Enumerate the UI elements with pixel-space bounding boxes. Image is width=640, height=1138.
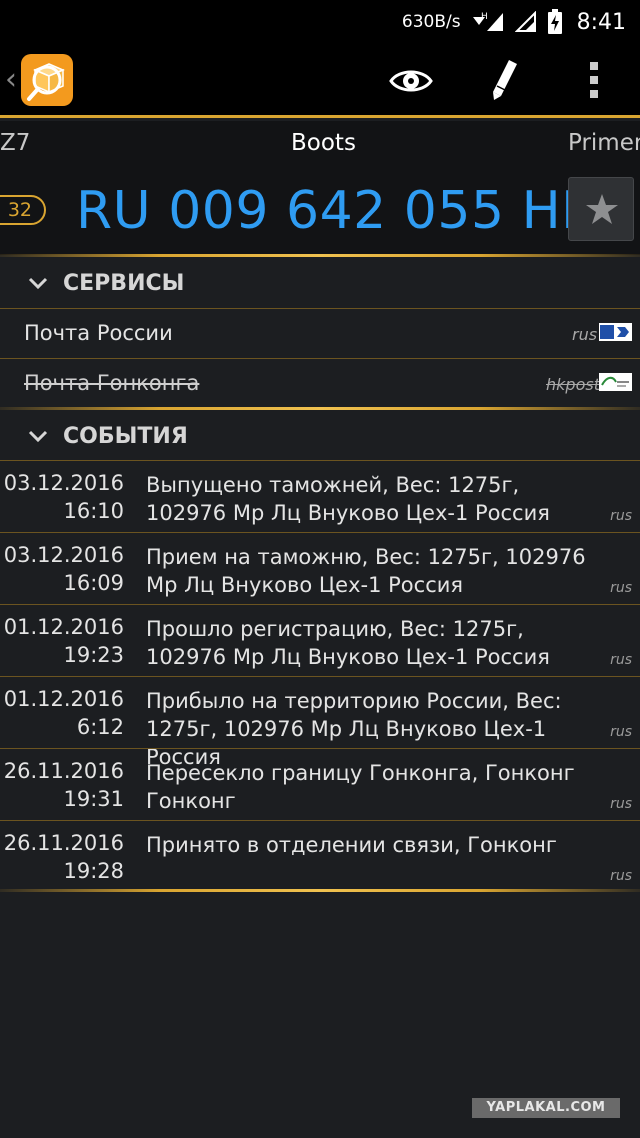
eye-icon[interactable] xyxy=(389,64,433,102)
event-time: 19:31 xyxy=(63,787,124,811)
wifi-icon xyxy=(514,10,537,33)
net-speed: 630B/s xyxy=(401,12,461,32)
signal-icon: H xyxy=(471,11,505,33)
divider xyxy=(0,254,640,257)
event-source: rus xyxy=(610,580,632,596)
back-icon[interactable]: ‹ xyxy=(5,62,17,97)
event-time: 19:28 xyxy=(63,859,124,883)
events-section-header[interactable]: СОБЫТИЯ xyxy=(0,411,640,461)
service-row-russia[interactable]: Почта России rus xyxy=(0,309,640,359)
event-time: 16:09 xyxy=(63,571,124,595)
watermark: YAPLAKAL.COM xyxy=(472,1098,620,1118)
hongkong-post-logo-icon xyxy=(599,373,632,395)
more-icon[interactable] xyxy=(588,60,600,104)
event-description: Выпущено таможней, Вес: 1275г, 102976 Мр… xyxy=(146,473,550,525)
days-badge: 32 xyxy=(0,195,46,225)
event-description: Пересекло границу Гонконга, Гонконг Гонк… xyxy=(146,761,575,813)
battery-icon xyxy=(547,9,563,35)
event-time: 16:10 xyxy=(63,499,124,523)
event-source: rus xyxy=(610,724,632,740)
event-row[interactable]: 26.11.2016 19:28 Принято в отделении свя… xyxy=(0,821,640,893)
service-code: hkpost xyxy=(546,375,600,394)
event-description: Принято в отделении связи, Гонконг xyxy=(146,833,557,857)
event-description: Прошло регистрацию, Вес: 1275г, 102976 М… xyxy=(146,617,550,669)
russian-post-logo-icon xyxy=(599,323,632,345)
services-section-header[interactable]: СЕРВИСЫ xyxy=(0,258,640,308)
event-time: 19:23 xyxy=(63,643,124,667)
star-icon xyxy=(586,194,618,224)
event-date: 26.11.2016 xyxy=(3,759,124,783)
service-row-hongkong[interactable]: Почта Гонконга hkpost xyxy=(0,359,640,409)
favorite-button[interactable] xyxy=(568,177,634,241)
service-name: Почта России xyxy=(24,321,173,345)
event-row[interactable]: 01.12.2016 19:23 Прошло регистрацию, Вес… xyxy=(0,605,640,677)
event-row[interactable]: 26.11.2016 19:31 Пересекло границу Гонко… xyxy=(0,749,640,821)
app-logo-icon[interactable] xyxy=(21,54,73,106)
tab-strip: Z7 Boots Primer xyxy=(0,121,640,167)
divider xyxy=(0,889,640,892)
event-source: rus xyxy=(610,796,632,812)
chevron-down-icon xyxy=(28,277,48,290)
section-title: СОБЫТИЯ xyxy=(63,423,188,449)
chevron-down-icon xyxy=(28,430,48,443)
service-code: rus xyxy=(572,325,598,344)
event-source: rus xyxy=(610,868,632,884)
event-time: 6:12 xyxy=(76,715,124,739)
tracking-header: 32 RU 009 642 055 HK xyxy=(0,167,640,255)
event-source: rus xyxy=(610,508,632,524)
section-title: СЕРВИСЫ xyxy=(63,270,185,296)
event-date: 03.12.2016 xyxy=(3,471,124,495)
tab-z7[interactable]: Z7 xyxy=(0,130,30,156)
status-bar: 630B/s H 8:41 xyxy=(0,0,640,44)
event-date: 01.12.2016 xyxy=(3,687,124,711)
tracking-number: RU 009 642 055 HK xyxy=(76,181,596,241)
event-row[interactable]: 03.12.2016 16:09 Прием на таможню, Вес: … xyxy=(0,533,640,605)
event-row[interactable]: 01.12.2016 6:12 Прибыло на территорию Ро… xyxy=(0,677,640,769)
event-row[interactable]: 03.12.2016 16:10 Выпущено таможней, Вес:… xyxy=(0,461,640,533)
event-date: 03.12.2016 xyxy=(3,543,124,567)
tab-primer[interactable]: Primer xyxy=(568,130,640,156)
event-date: 26.11.2016 xyxy=(3,831,124,855)
pencil-icon[interactable] xyxy=(489,58,519,106)
svg-text:H: H xyxy=(481,12,488,22)
event-date: 01.12.2016 xyxy=(3,615,124,639)
tab-boots[interactable]: Boots xyxy=(291,130,356,156)
event-description: Прием на таможню, Вес: 1275г, 102976 Мр … xyxy=(146,545,586,597)
action-bar: ‹ xyxy=(0,44,640,118)
divider xyxy=(0,407,640,410)
service-name: Почта Гонконга xyxy=(24,371,200,395)
clock: 8:41 xyxy=(576,9,626,35)
event-source: rus xyxy=(610,652,632,668)
